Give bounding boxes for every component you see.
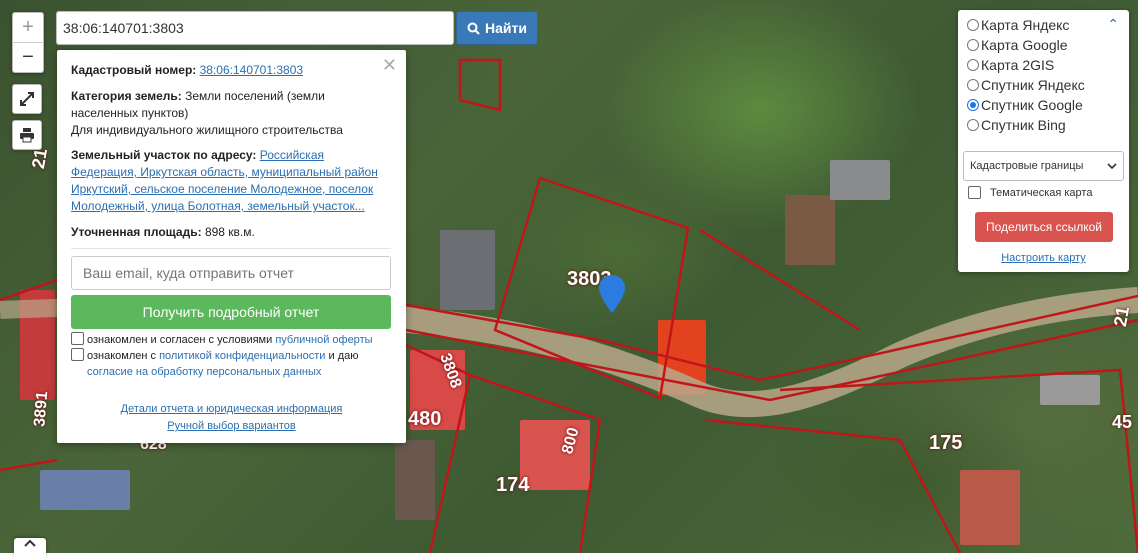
expand-icon: [20, 92, 34, 106]
cadastral-number-link[interactable]: 38:06:140701:3803: [200, 63, 303, 77]
parcel-label: 3891: [31, 390, 52, 428]
parcel-boundary: [704, 418, 962, 553]
get-report-button[interactable]: Получить подробный отчет: [71, 295, 391, 329]
layer-option-yandex-map[interactable]: Карта Яндекс: [967, 17, 1069, 33]
search-button[interactable]: Найти: [456, 11, 538, 45]
layer-option-google-map[interactable]: Карта Google: [967, 37, 1068, 53]
layer-option-label: Карта Google: [981, 37, 1068, 53]
thematic-map-row: Тематическая карта: [968, 186, 1092, 199]
chevron-down-icon: [1107, 163, 1117, 170]
overlay-select[interactable]: Кадастровые границы: [963, 151, 1124, 181]
scroll-up-button[interactable]: [14, 538, 46, 558]
email-input[interactable]: [71, 256, 391, 290]
report-details-link[interactable]: Детали отчета и юридическая информация: [57, 403, 406, 415]
land-usage-value: Для индивидуального жилищного строительс…: [71, 123, 343, 137]
zoom-out-button[interactable]: −: [13, 42, 43, 72]
map-layers-panel: ⌃ Карта Яндекс Карта Google Карта 2GIS С…: [958, 10, 1129, 272]
road: [379, 287, 1138, 418]
radio-yandex-map[interactable]: [967, 19, 979, 31]
parcel-label: 174: [496, 474, 530, 496]
parcel-boundary: [699, 228, 861, 332]
layer-option-label: Карта Яндекс: [981, 17, 1070, 33]
radio-yandex-satellite[interactable]: [967, 79, 979, 91]
radio-google-map[interactable]: [967, 39, 979, 51]
offer-consent-row: ознакомлен и согласен с условиями публич…: [71, 332, 391, 348]
layer-option-label: Спутник Bing: [981, 117, 1066, 133]
layer-option-bing-satellite[interactable]: Спутник Bing: [967, 117, 1066, 133]
layer-option-label: Карта 2GIS: [981, 57, 1055, 73]
privacy-consent-row: ознакомлен с политикой конфиденциальност…: [71, 348, 391, 380]
privacy-policy-link[interactable]: политикой конфиденциальности: [159, 350, 325, 362]
parcel-label: 21: [27, 146, 52, 171]
land-category-label: Категория земель:: [71, 89, 182, 103]
print-button[interactable]: [12, 120, 42, 150]
search-button-label: Найти: [485, 20, 527, 36]
zoom-control: + −: [12, 12, 44, 73]
cadastral-search-input[interactable]: [56, 11, 454, 45]
area-label: Уточненная площадь:: [71, 225, 202, 239]
parcel-info-popup: ✕ Кадастровый номер: 38:06:140701:3803 К…: [57, 50, 406, 443]
print-icon: [20, 128, 34, 143]
offer-consent-checkbox[interactable]: [71, 332, 84, 345]
parcel-boundary: [458, 58, 502, 112]
layer-option-label: Спутник Google: [981, 97, 1083, 113]
land-category-row: Категория земель: Земли поселений (земли…: [71, 88, 391, 139]
address-label: Земельный участок по адресу:: [71, 148, 257, 162]
manual-selection-link[interactable]: Ручной выбор вариантов: [57, 420, 406, 432]
layer-option-label: Спутник Яндекс: [981, 77, 1085, 93]
area-value: 898 кв.м.: [204, 225, 255, 239]
radio-2gis-map[interactable]: [967, 59, 979, 71]
radio-bing-satellite[interactable]: [967, 119, 979, 131]
layer-option-yandex-satellite[interactable]: Спутник Яндекс: [967, 77, 1085, 93]
privacy-consent-text: ознакомлен с: [87, 350, 157, 362]
configure-map-link[interactable]: Настроить карту: [958, 252, 1129, 264]
personal-data-consent-link[interactable]: согласие на обработку персональных данны…: [87, 366, 321, 378]
cadastral-number-label: Кадастровый номер:: [71, 63, 197, 77]
privacy-consent-text2: и даю: [328, 350, 359, 362]
parcel-label: 45: [1112, 412, 1133, 432]
fullscreen-button[interactable]: [12, 84, 42, 114]
search-icon: [467, 22, 480, 35]
layer-option-2gis-map[interactable]: Карта 2GIS: [967, 57, 1054, 73]
location-pin-icon[interactable]: [599, 275, 625, 313]
parcel-label: 480: [408, 408, 442, 430]
parcel-boundary: [469, 373, 602, 553]
divider: [71, 248, 391, 249]
chevron-up-icon[interactable]: ⌃: [1107, 16, 1119, 33]
layer-option-google-satellite[interactable]: Спутник Google: [967, 97, 1083, 113]
thematic-map-checkbox[interactable]: [968, 186, 981, 199]
zoom-in-button[interactable]: +: [13, 13, 43, 42]
offer-consent-text: ознакомлен и согласен с условиями: [87, 334, 273, 346]
thematic-map-label: Тематическая карта: [990, 186, 1093, 199]
address-row: Земельный участок по адресу: Российская …: [71, 147, 391, 215]
area-row: Уточненная площадь: 898 кв.м.: [71, 224, 391, 241]
overlay-select-value: Кадастровые границы: [970, 160, 1084, 172]
parcel-boundary: [0, 278, 58, 302]
parcel-label: 175: [929, 432, 963, 454]
public-offer-link[interactable]: публичной оферты: [275, 334, 372, 346]
share-link-button[interactable]: Поделиться ссылкой: [975, 212, 1113, 242]
cadastral-number-row: Кадастровый номер: 38:06:140701:3803: [71, 62, 391, 79]
chevron-up-icon: [24, 539, 36, 547]
radio-google-satellite[interactable]: [967, 99, 979, 111]
parcel-boundary: [0, 458, 58, 472]
privacy-consent-checkbox[interactable]: [71, 348, 84, 361]
parcel-label: 21: [1109, 304, 1134, 329]
